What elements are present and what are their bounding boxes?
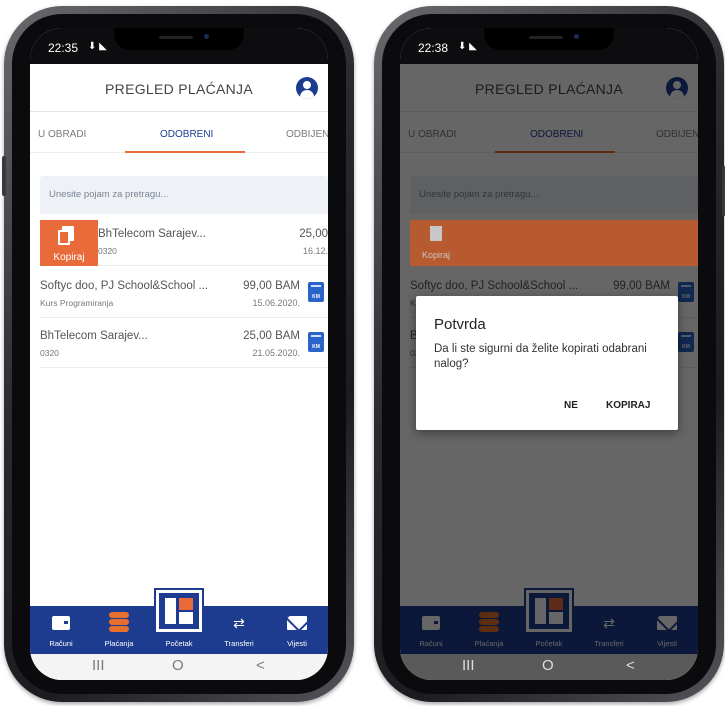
nav-label: Transferi — [224, 639, 254, 648]
phone-frame-right: 22:38 ⬇ ◣ PREGLED PLAĆANJA U OBRADI ODOB… — [374, 6, 725, 702]
tab-u-obradi[interactable]: U OBRADI — [38, 129, 86, 140]
payment-description: 0320 — [98, 246, 117, 256]
home-button[interactable]: O — [172, 657, 184, 674]
recent-apps-button[interactable]: III — [92, 657, 105, 674]
notch — [114, 28, 244, 50]
screen-payments-list: 22:35 ⬇ ◣ PREGLED PLAĆANJA U OBRADI ODOB… — [30, 28, 328, 680]
system-nav-bar: III O < — [400, 654, 698, 680]
camera-icon — [204, 34, 209, 39]
payment-description: Kurs Programiranja — [40, 298, 114, 308]
cancel-button[interactable]: NE — [564, 400, 578, 411]
tab-odobreni[interactable]: ODOBRENI — [160, 129, 213, 140]
screen-confirm-dialog: 22:38 ⬇ ◣ PREGLED PLAĆANJA U OBRADI ODOB… — [400, 28, 698, 680]
back-button[interactable]: < — [626, 657, 635, 674]
nav-vijesti[interactable]: Vijesti — [272, 606, 322, 654]
payment-date: 21.05.2020. — [252, 348, 300, 358]
confirm-copy-button[interactable]: KOPIRAJ — [606, 400, 650, 411]
phone-frame-left: 22:35 ⬇ ◣ PREGLED PLAĆANJA U OBRADI ODOB… — [2, 6, 354, 702]
copy-button-label: Kopiraj — [422, 250, 451, 260]
status-time: 22:38 — [418, 41, 449, 55]
nav-label: Vijesti — [287, 639, 307, 648]
nav-label: Plaćanja — [104, 639, 134, 648]
selected-row-highlight: Kopiraj — [410, 220, 698, 266]
status-time: 22:35 — [48, 41, 79, 55]
active-tab-indicator — [125, 151, 245, 153]
home-logo-icon[interactable] — [154, 588, 204, 634]
document-km-icon[interactable]: KM — [308, 332, 324, 352]
bottom-nav: Računi Plaćanja Početak ⇄ Transferi Vije… — [30, 588, 328, 654]
nav-placanja[interactable]: Plaćanja — [94, 606, 144, 654]
payment-name: BhTelecom Sarajev... — [98, 228, 206, 240]
search-placeholder: Unesite pojam za pretragu... — [49, 189, 169, 200]
payment-date: 15.06.2020. — [252, 298, 300, 308]
home-button[interactable]: O — [542, 657, 554, 674]
notification-icons: ⬇ ◣ — [458, 41, 477, 52]
profile-icon[interactable] — [296, 77, 318, 99]
copy-button-label: Kopiraj — [53, 252, 85, 263]
copy-icon — [430, 226, 442, 241]
status-bar: 22:38 ⬇ ◣ — [400, 28, 698, 64]
tab-bar: U OBRADI ODOBRENI ODBIJENI — [30, 113, 328, 153]
tab-odbijeni[interactable]: ODBIJENI — [286, 129, 328, 140]
nav-racuni[interactable]: Računi — [36, 606, 86, 654]
coins-icon — [109, 612, 129, 632]
nav-label: Početak — [165, 639, 193, 648]
payment-amount: 99,00 BAM — [243, 280, 300, 292]
volume-button — [2, 156, 6, 196]
payment-name: Softyc doo, PJ School&School ... — [40, 280, 209, 292]
search-input[interactable]: Unesite pojam za pretragu... — [40, 176, 328, 214]
document-km-icon[interactable]: KM — [308, 282, 324, 302]
mail-icon — [287, 616, 307, 630]
camera-icon — [574, 34, 579, 39]
back-button[interactable]: < — [256, 657, 265, 674]
payment-amount: 25,00 BAM — [243, 330, 300, 342]
wallet-icon — [52, 616, 70, 630]
app-header: PREGLED PLAĆANJA — [30, 64, 328, 112]
payment-date: 16.12. — [302, 246, 328, 256]
payment-row[interactable]: Softyc doo, PJ School&School ... Kurs Pr… — [40, 272, 328, 318]
payment-row[interactable]: BhTelecom Sarajev... 0320 25,00 BAM 21.0… — [40, 322, 328, 368]
transfer-icon: ⇄ — [233, 615, 245, 631]
nav-transferi[interactable]: ⇄ Transferi — [214, 606, 264, 654]
copy-button[interactable]: Kopiraj — [40, 220, 98, 266]
notch — [484, 28, 614, 50]
recent-apps-button[interactable]: III — [462, 657, 475, 674]
nav-label: Računi — [49, 639, 73, 648]
dialog-title: Potvrda — [434, 316, 486, 333]
notification-icons: ⬇ ◣ — [88, 41, 107, 52]
confirm-dialog: Potvrda Da li ste sigurni da želite kopi… — [416, 296, 678, 430]
payment-description: 0320 — [40, 348, 59, 358]
system-nav-bar: III O < — [30, 654, 328, 680]
status-bar: 22:35 ⬇ ◣ — [30, 28, 328, 64]
page-title: PREGLED PLAĆANJA — [105, 81, 253, 97]
dialog-message: Da li ste sigurni da želite kopirati oda… — [434, 343, 647, 370]
payment-amount: 25,00 — [299, 228, 328, 240]
payment-name: BhTelecom Sarajev... — [40, 330, 148, 342]
payment-row[interactable]: Kopiraj BhTelecom Sarajev... 0320 25,00 … — [40, 220, 328, 266]
